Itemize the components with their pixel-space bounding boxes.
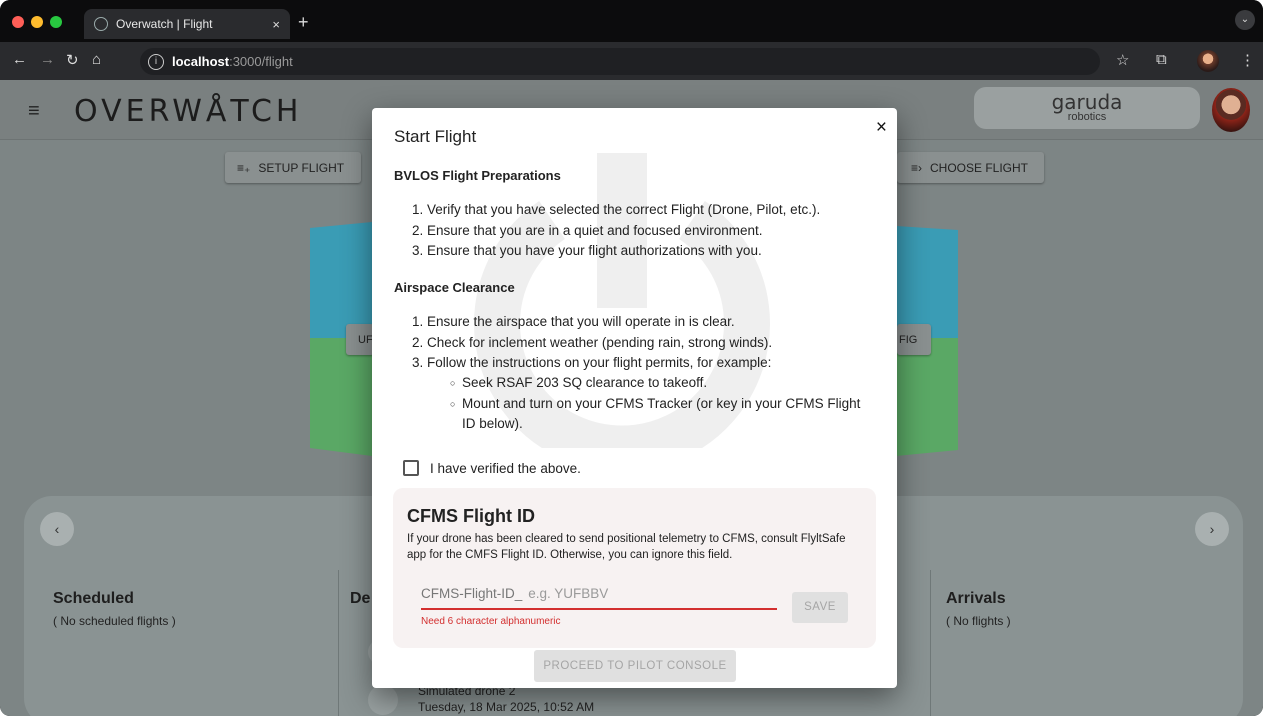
save-button[interactable]: SAVE — [792, 592, 848, 623]
tab-search-icon[interactable]: ⌄ — [1235, 10, 1255, 30]
garuda-robotics-logo: garuda robotics — [974, 87, 1200, 129]
tab-close-icon[interactable]: × — [272, 17, 280, 32]
proceed-to-pilot-console-button[interactable]: PROCEED TO PILOT CONSOLE — [534, 650, 736, 682]
cfms-description: If your drone has been cleared to send p… — [407, 533, 846, 561]
airspace-item: 1. Ensure the airspace that you will ope… — [412, 314, 735, 329]
airspace-item: 2. Check for inclement weather (pending … — [412, 334, 773, 350]
back-arrow-icon[interactable]: ← — [12, 51, 27, 68]
user-avatar[interactable] — [1212, 88, 1250, 132]
browser-window: Overwatch | Flight × + ⌄ ← → ↻ ⌂ i local… — [0, 0, 1263, 716]
url-path: :3000/flight — [229, 54, 293, 69]
drone-avatar — [368, 685, 398, 715]
bvlos-heading: BVLOS Flight Preparations — [394, 168, 561, 183]
left-panel-button-label: UF — [358, 333, 373, 346]
verify-checkbox-row[interactable]: I have verified the above. — [403, 460, 581, 476]
close-window-dot[interactable] — [12, 16, 24, 28]
close-icon[interactable]: × — [876, 117, 887, 139]
scheduled-sub: ( No scheduled flights ) — [53, 614, 176, 628]
profile-avatar[interactable] — [1197, 50, 1219, 72]
extensions-icon[interactable]: ⧉ — [1156, 51, 1167, 68]
browser-toolbar: ← → ↻ ⌂ i localhost :3000/flight ☆ ⧉ ⋮ — [0, 42, 1263, 80]
drone-date: Tuesday, 18 Mar 2025, 10:52 AM — [418, 700, 595, 714]
globe-icon — [94, 17, 108, 31]
overwatch-logo: OVERWÅTCH — [74, 94, 303, 129]
bookmark-star-icon[interactable]: ☆ — [1116, 51, 1129, 69]
verify-checkbox[interactable] — [403, 460, 419, 476]
prev-page-button[interactable]: ‹ — [40, 512, 74, 546]
home-icon[interactable]: ⌂ — [92, 51, 101, 68]
reload-icon[interactable]: ↻ — [66, 51, 79, 69]
right-panel-button-label: FIG — [899, 333, 918, 346]
choose-flight-button[interactable]: ≡› CHOOSE FLIGHT — [897, 152, 1044, 183]
browser-menu-icon[interactable]: ⋮ — [1240, 51, 1255, 69]
subitem-text: Seek RSAF 203 SQ clearance to takeoff. — [462, 375, 708, 390]
departures-title: De — [350, 590, 371, 607]
airspace-item: 3. Follow the instructions on your fligh… — [412, 355, 772, 370]
cfms-flight-id-input[interactable]: CFMS-Flight-ID_ e.g. YUFBBV — [421, 586, 777, 610]
airspace-subitem: ○ Seek RSAF 203 SQ clearance to takeoff. — [412, 373, 882, 394]
airspace-heading: Airspace Clearance — [394, 280, 515, 295]
playlist-add-icon: ≡₊ — [237, 160, 251, 175]
site-info-icon[interactable]: i — [148, 53, 164, 70]
prep-item: 1. Verify that you have selected the cor… — [412, 202, 821, 217]
bullet-icon: ○ — [450, 378, 456, 388]
scheduled-title: Scheduled — [53, 590, 134, 607]
setup-flight-label: SETUP FLIGHT — [258, 160, 345, 175]
choose-flight-label: CHOOSE FLIGHT — [930, 160, 1029, 175]
airspace-sublist: ○ Seek RSAF 203 SQ clearance to takeoff. … — [412, 373, 882, 435]
browser-tab[interactable]: Overwatch | Flight × — [84, 9, 290, 39]
playlist-play-icon: ≡› — [911, 160, 922, 175]
prep-list: 1. Verify that you have selected the cor… — [412, 200, 820, 262]
airspace-subitem-cont: ID below). — [412, 414, 882, 435]
cfms-title: CFMS Flight ID — [407, 506, 535, 526]
cfms-input-placeholder: e.g. YUFBBV — [528, 586, 609, 601]
verify-checkbox-label: I have verified the above. — [430, 460, 581, 476]
left-panel-button[interactable]: UF — [346, 324, 374, 355]
bullet-icon: ○ — [450, 398, 456, 409]
url-host: localhost — [172, 54, 230, 69]
maximize-window-dot[interactable] — [50, 16, 62, 28]
setup-flight-button[interactable]: ≡₊ SETUP FLIGHT — [225, 152, 361, 183]
tab-title: Overwatch | Flight — [116, 17, 213, 31]
dialog-title: Start Flight — [394, 127, 477, 146]
cfms-error-text: Need 6 character alphanumeric — [421, 616, 561, 627]
column-divider — [930, 570, 931, 716]
new-tab-button[interactable]: + — [298, 12, 309, 33]
brand-main: garuda — [1051, 90, 1123, 114]
right-panel-button[interactable]: FIG — [897, 324, 931, 355]
address-bar[interactable]: i localhost :3000/flight — [140, 48, 1100, 75]
brand-sub: robotics — [1067, 111, 1107, 123]
subitem-text: ID below). — [462, 416, 523, 431]
column-divider — [338, 570, 339, 716]
prep-item: 2. Ensure that you are in a quiet and fo… — [412, 222, 763, 238]
tab-strip: Overwatch | Flight × + ⌄ — [0, 0, 1263, 42]
next-page-button[interactable]: › — [1195, 512, 1229, 546]
hamburger-menu-icon[interactable]: ≡ — [28, 100, 40, 123]
forward-arrow-icon[interactable]: → — [40, 51, 55, 68]
arrivals-sub: ( No flights ) — [946, 614, 1011, 628]
minimize-window-dot[interactable] — [31, 16, 43, 28]
arrivals-title: Arrivals — [946, 590, 1006, 607]
airspace-list: 1. Ensure the airspace that you will ope… — [412, 312, 772, 374]
subitem-text: Mount and turn on your CFMS Tracker (or … — [462, 395, 861, 411]
cfms-input-label: CFMS-Flight-ID_ — [421, 586, 523, 601]
cfms-panel: CFMS Flight ID If your drone has been cl… — [393, 488, 876, 648]
airspace-subitem: ○ Mount and turn on your CFMS Tracker (or… — [412, 394, 882, 415]
start-flight-dialog: Start Flight × BVLOS Flight Preparations… — [372, 108, 897, 688]
prep-item: 3. Ensure that you have your flight auth… — [412, 243, 762, 258]
